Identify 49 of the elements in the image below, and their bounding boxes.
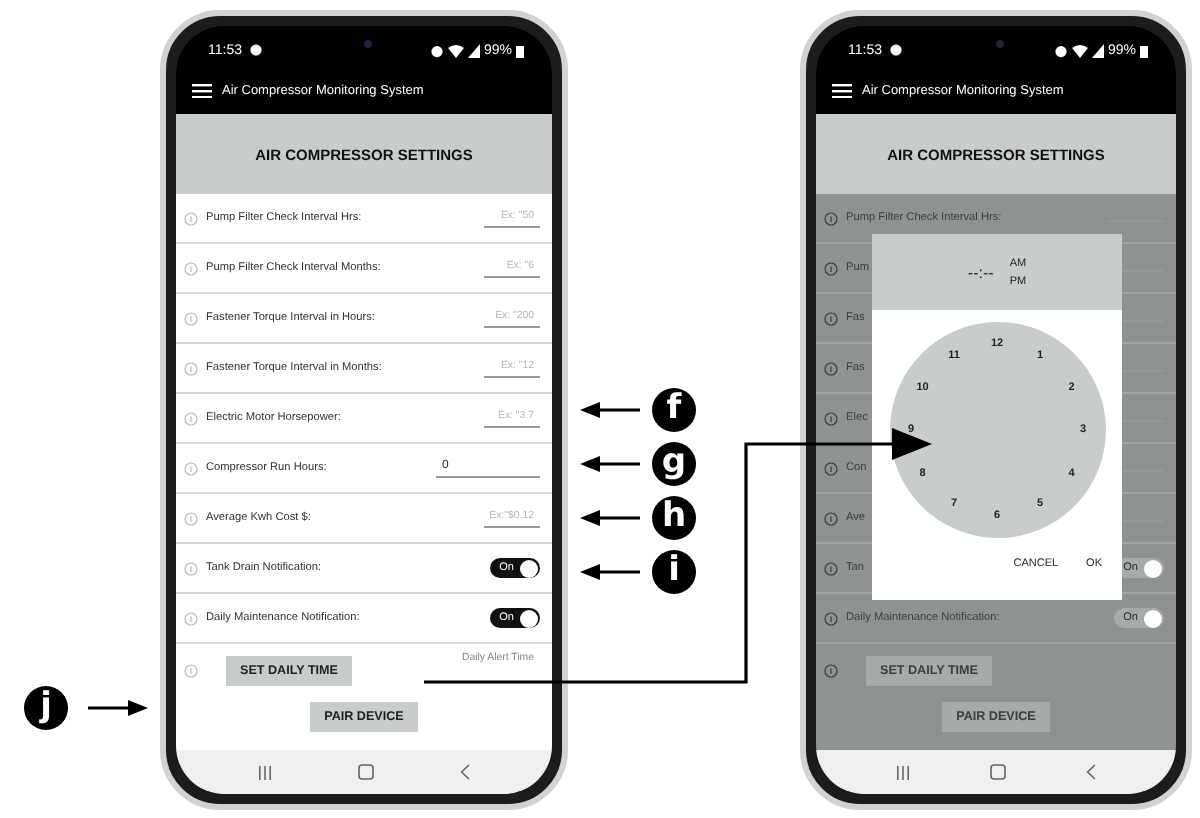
info-icon[interactable] (824, 663, 838, 677)
info-icon[interactable] (184, 611, 198, 625)
back-icon[interactable] (1086, 764, 1096, 780)
info-icon[interactable] (184, 663, 198, 677)
wifi-icon (447, 43, 464, 57)
signal-icon (467, 43, 480, 57)
camera-hole (364, 40, 372, 48)
callout-letter: g (652, 442, 696, 486)
left-arrow-icon (580, 562, 640, 582)
info-icon[interactable] (184, 511, 198, 525)
info-icon[interactable] (824, 211, 838, 225)
battery-icon (1140, 43, 1148, 57)
home-icon[interactable] (357, 764, 374, 780)
info-icon[interactable] (184, 261, 198, 275)
recent-apps-icon[interactable] (258, 765, 273, 779)
callout-letter: j (24, 686, 68, 730)
info-icon[interactable] (184, 561, 198, 575)
right-arrow-icon (88, 698, 148, 718)
menu-icon[interactable] (192, 83, 212, 97)
callout-letter: i (652, 550, 696, 594)
notification-icon (890, 44, 902, 56)
notification-icon (250, 44, 262, 56)
info-icon[interactable] (824, 461, 838, 475)
camera-hole (996, 40, 1004, 48)
info-icon[interactable] (824, 511, 838, 525)
info-icon[interactable] (184, 211, 198, 225)
info-icon[interactable] (824, 561, 838, 575)
battery-icon (516, 43, 524, 57)
callout-letter: h (652, 496, 696, 540)
info-icon[interactable] (184, 411, 198, 425)
info-icon[interactable] (824, 411, 838, 425)
left-arrow-icon (580, 400, 640, 420)
callout-letter: f (652, 388, 696, 432)
left-arrow-icon (580, 454, 640, 474)
info-icon[interactable] (824, 611, 838, 625)
info-icon[interactable] (184, 361, 198, 375)
menu-icon[interactable] (832, 83, 852, 97)
info-icon[interactable] (824, 361, 838, 375)
info-icon[interactable] (824, 261, 838, 275)
info-icon[interactable] (824, 311, 838, 325)
info-icon[interactable] (184, 461, 198, 475)
left-arrow-icon (580, 508, 640, 528)
home-icon[interactable] (990, 764, 1006, 780)
wifi-icon (1071, 43, 1088, 57)
signal-icon (1091, 43, 1104, 57)
recent-apps-icon[interactable] (896, 765, 910, 779)
time-display: --:-- (967, 263, 994, 281)
info-icon[interactable] (184, 311, 198, 325)
back-icon[interactable] (459, 764, 470, 780)
